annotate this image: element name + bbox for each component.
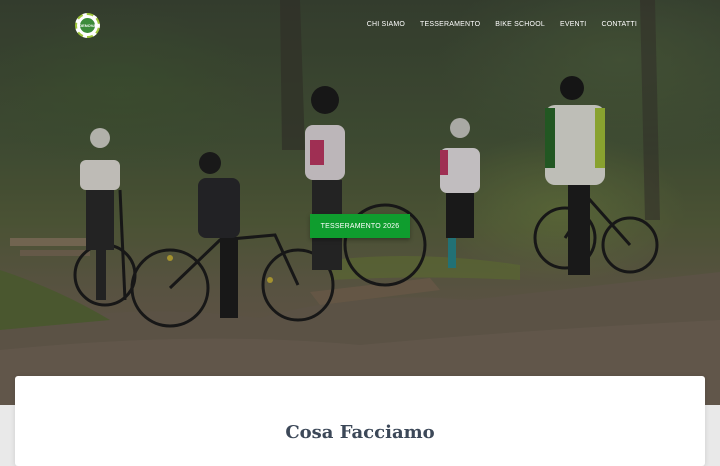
nav-item-eventi[interactable]: EVENTI bbox=[560, 21, 586, 28]
club-logo-icon: GENOVA bbox=[78, 18, 97, 33]
club-logo[interactable]: GENOVA bbox=[75, 13, 100, 38]
logo-text: GENOVA bbox=[78, 23, 97, 28]
tesseramento-cta-button[interactable]: TESSERAMENTO 2026 bbox=[310, 214, 410, 238]
section-title: Cosa Facciamo bbox=[285, 422, 435, 443]
hero-overlay bbox=[0, 0, 720, 405]
nav-item-chi-siamo[interactable]: CHI SIAMO bbox=[367, 21, 405, 28]
main-nav: CHI SIAMO TESSERAMENTO BIKE SCHOOL EVENT… bbox=[367, 21, 637, 28]
nav-item-contatti[interactable]: CONTATTI bbox=[601, 21, 637, 28]
nav-item-bike-school[interactable]: BIKE SCHOOL bbox=[495, 21, 545, 28]
hero-section: GENOVA CHI SIAMO TESSERAMENTO BIKE SCHOO… bbox=[0, 0, 720, 405]
nav-item-tesseramento[interactable]: TESSERAMENTO bbox=[420, 21, 480, 28]
content-card: Cosa Facciamo bbox=[15, 376, 705, 466]
